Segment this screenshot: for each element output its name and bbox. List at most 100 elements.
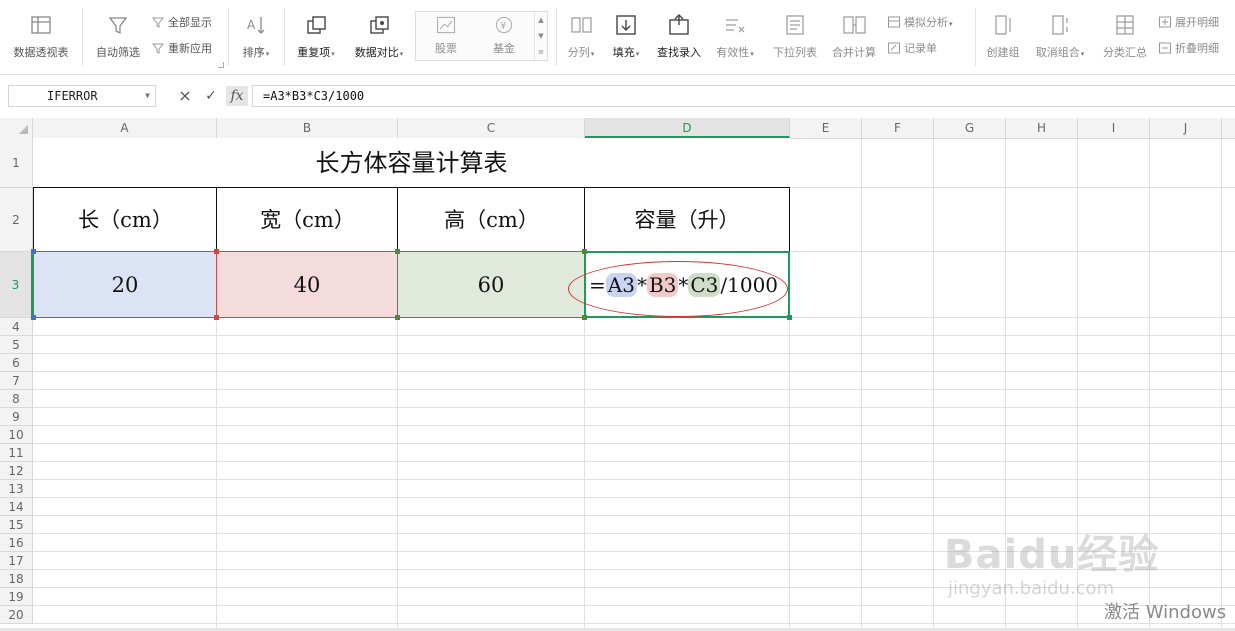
column-header-h[interactable]: H xyxy=(1006,118,1078,138)
record-form-button[interactable]: 记录单 xyxy=(887,40,937,58)
row-header-11[interactable]: 11 xyxy=(0,444,33,462)
show-all-button[interactable]: 全部显示 xyxy=(151,14,212,32)
fill-button[interactable]: 填充▾ xyxy=(606,12,646,60)
duplicates-label: 重复项▾ xyxy=(297,46,335,59)
row-header-8[interactable]: 8 xyxy=(0,390,33,408)
row-header-20[interactable]: 20 xyxy=(0,606,33,624)
chevron-down-icon[interactable]: ▼ xyxy=(145,86,150,106)
name-box-value: IFERROR xyxy=(47,89,98,103)
row-header-7[interactable]: 7 xyxy=(0,372,33,390)
fund-button[interactable]: ¥ 基金 xyxy=(482,14,526,56)
column-header-e[interactable]: E xyxy=(790,118,862,138)
row-header-2[interactable]: 2 xyxy=(0,188,33,252)
sort-icon: A xyxy=(247,17,265,34)
duplicates-button[interactable]: 重复项▾ xyxy=(290,12,342,60)
row-header-5[interactable]: 5 xyxy=(0,336,33,354)
gallery-down-icon[interactable]: ▼ xyxy=(535,28,547,44)
data-type-gallery[interactable]: 股票 ¥ 基金 ▲ ▼ ≡ xyxy=(415,11,548,61)
subtotal-button[interactable]: 分类汇总 xyxy=(1098,12,1152,60)
select-all-button[interactable] xyxy=(0,118,33,138)
range-handle[interactable] xyxy=(214,249,219,254)
column-header-c[interactable]: C xyxy=(398,118,585,138)
formula-cell-d3[interactable]: = A3 * B3 * C3/1000 xyxy=(584,251,790,318)
validity-icon xyxy=(726,19,745,33)
cancel-icon[interactable]: × xyxy=(176,86,194,106)
range-handle[interactable] xyxy=(582,315,587,320)
range-handle[interactable] xyxy=(395,315,400,320)
gridline xyxy=(33,353,1235,354)
auto-filter-button[interactable]: 自动筛选 xyxy=(90,12,146,60)
compare-data-icon xyxy=(370,16,389,34)
find-entry-button[interactable]: 查找录入 xyxy=(652,12,706,60)
stock-button[interactable]: 股票 xyxy=(424,14,468,56)
column-header-d[interactable]: D xyxy=(585,118,790,138)
row-header-15[interactable]: 15 xyxy=(0,516,33,534)
column-header-i[interactable]: I xyxy=(1078,118,1150,138)
text-to-columns-icon xyxy=(571,17,592,33)
row-header-4[interactable]: 4 xyxy=(0,318,33,336)
range-handle[interactable] xyxy=(31,315,36,320)
value-cell-b3[interactable]: 40 xyxy=(216,251,398,318)
ungroup-button[interactable]: 取消组合▾ xyxy=(1030,12,1090,60)
column-header-a[interactable]: A xyxy=(33,118,217,138)
what-if-button[interactable]: 模拟分析▾ xyxy=(887,14,953,32)
range-handle[interactable] xyxy=(31,249,36,254)
row-header-18[interactable]: 18 xyxy=(0,570,33,588)
row-header-13[interactable]: 13 xyxy=(0,480,33,498)
sheet-title-cell[interactable]: 长方体容量计算表 xyxy=(33,138,790,188)
row-header-3[interactable]: 3 xyxy=(0,252,33,318)
group-launcher-icon[interactable] xyxy=(218,62,224,68)
insert-function-icon[interactable]: fx xyxy=(226,86,248,106)
collapse-detail-label: 折叠明细 xyxy=(1175,42,1219,55)
gallery-up-icon[interactable]: ▲ xyxy=(535,12,547,28)
formula-input[interactable]: =A3*B3*C3/1000 xyxy=(252,85,1235,107)
compare-data-button[interactable]: 数据对比▾ xyxy=(348,12,410,60)
dropdown-list-button[interactable]: 下拉列表 xyxy=(768,12,822,60)
header-cell-height[interactable]: 高（cm） xyxy=(397,187,585,252)
reapply-button[interactable]: 重新应用 xyxy=(151,40,212,58)
row-header-10[interactable]: 10 xyxy=(0,426,33,444)
value-cell-a3[interactable]: 20 xyxy=(33,251,217,318)
show-all-label: 全部显示 xyxy=(168,16,212,29)
column-header-f[interactable]: F xyxy=(862,118,934,138)
gallery-more-icon[interactable]: ≡ xyxy=(535,44,547,60)
row-header-17[interactable]: 17 xyxy=(0,552,33,570)
formula-operator: * xyxy=(636,273,647,297)
consolidate-button[interactable]: 合并计算 xyxy=(828,12,880,60)
ribbon-separator xyxy=(82,8,83,66)
range-handle[interactable] xyxy=(582,249,587,254)
collapse-detail-button[interactable]: 折叠明细 xyxy=(1158,40,1219,58)
column-header-g[interactable]: G xyxy=(934,118,1006,138)
text-to-columns-button[interactable]: 分列▾ xyxy=(561,12,601,60)
row-header-9[interactable]: 9 xyxy=(0,408,33,426)
sort-button[interactable]: A 排序▾ xyxy=(236,12,276,60)
row-header-19[interactable]: 19 xyxy=(0,588,33,606)
create-group-button[interactable]: 创建组 xyxy=(982,12,1024,60)
column-header-b[interactable]: B xyxy=(217,118,398,138)
row-header-1[interactable]: 1 xyxy=(0,138,33,188)
confirm-icon[interactable]: ✓ xyxy=(202,86,220,106)
validity-button[interactable]: 有效性▾ xyxy=(710,12,760,60)
expand-detail-button[interactable]: 展开明细 xyxy=(1158,14,1219,32)
name-box[interactable]: IFERROR ▼ xyxy=(8,85,156,107)
validity-label: 有效性▾ xyxy=(716,46,754,59)
range-handle[interactable] xyxy=(214,315,219,320)
header-cell-volume[interactable]: 容量（升） xyxy=(584,187,790,252)
consolidate-label: 合并计算 xyxy=(832,46,876,59)
gallery-scroll[interactable]: ▲ ▼ ≡ xyxy=(534,12,547,60)
value-cell-c3[interactable]: 60 xyxy=(397,251,585,318)
header-cell-width[interactable]: 宽（cm） xyxy=(216,187,398,252)
row-header-14[interactable]: 14 xyxy=(0,498,33,516)
gridline xyxy=(33,497,1235,498)
ribbon-separator xyxy=(975,8,976,66)
row-header-16[interactable]: 16 xyxy=(0,534,33,552)
fill-handle[interactable] xyxy=(787,315,792,320)
expand-detail-icon xyxy=(1159,16,1171,28)
range-handle[interactable] xyxy=(395,249,400,254)
row-header-12[interactable]: 12 xyxy=(0,462,33,480)
pivot-table-button[interactable]: 数据透视表 xyxy=(8,12,74,60)
row-header-6[interactable]: 6 xyxy=(0,354,33,372)
header-cell-length[interactable]: 长（cm） xyxy=(33,187,217,252)
column-header-j[interactable]: J xyxy=(1150,118,1222,138)
record-form-icon xyxy=(888,42,900,54)
